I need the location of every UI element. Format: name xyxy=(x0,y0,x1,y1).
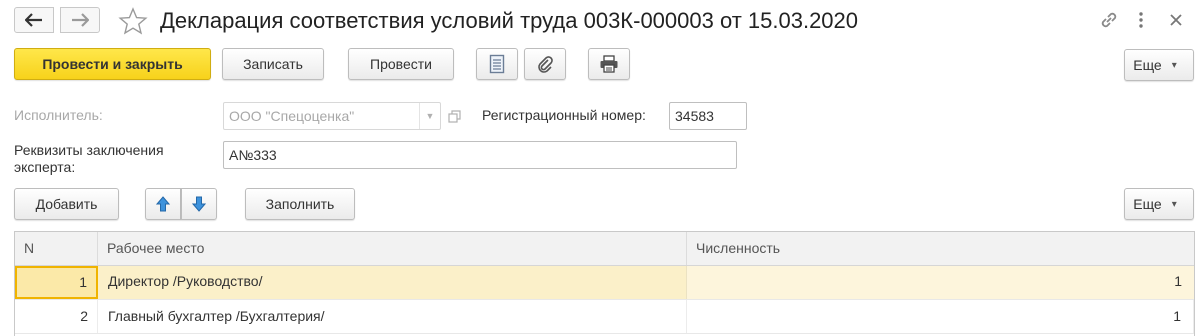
column-header-n[interactable]: N xyxy=(15,232,98,265)
workplace-cell[interactable]: Директор /Руководство/ xyxy=(98,266,687,299)
add-row-button[interactable]: Добавить xyxy=(14,188,119,220)
fill-button[interactable]: Заполнить xyxy=(245,188,355,220)
post-and-close-button[interactable]: Провести и закрыть xyxy=(14,48,211,80)
dropdown-arrow-icon[interactable]: ▼ xyxy=(419,103,440,129)
back-button[interactable] xyxy=(14,7,54,33)
link-icon[interactable] xyxy=(1098,10,1120,30)
table-more-button[interactable]: Еще ▾ xyxy=(1124,188,1194,220)
save-button[interactable]: Записать xyxy=(222,48,324,80)
print-button[interactable] xyxy=(588,48,630,80)
post-button[interactable]: Провести xyxy=(348,48,454,80)
window-title: Декларация соответствия условий труда 00… xyxy=(160,8,859,33)
vertical-dots-icon[interactable] xyxy=(1136,10,1146,30)
toolbar-more-label: Еще xyxy=(1133,57,1162,73)
workplace-cell[interactable]: Главный бухгалтер /Бухгалтерия/ xyxy=(98,300,687,333)
open-executor-button[interactable] xyxy=(441,102,467,130)
reg-number-label: Регистрационный номер: xyxy=(482,107,646,123)
close-icon[interactable] xyxy=(1168,12,1184,28)
count-cell[interactable]: 1 xyxy=(687,266,1194,299)
column-header-workplace[interactable]: Рабочее место xyxy=(98,232,687,265)
move-down-button[interactable] xyxy=(181,188,217,220)
table-header: N Рабочее место Численность xyxy=(15,232,1194,266)
expert-label-line1: Реквизиты заключения xyxy=(14,142,164,158)
document-list-button[interactable] xyxy=(476,48,518,80)
forward-button[interactable] xyxy=(60,7,100,33)
arrow-up-icon xyxy=(156,196,170,212)
arrow-right-icon xyxy=(72,13,89,27)
expert-field[interactable]: А№333 xyxy=(223,141,737,169)
table-more-label: Еще xyxy=(1133,196,1162,212)
row-number-cell[interactable]: 2 xyxy=(15,300,98,333)
column-header-count[interactable]: Численность xyxy=(687,232,1194,265)
executor-field[interactable]: ООО "Спецоценка" ▼ xyxy=(223,102,441,130)
executor-value: ООО "Спецоценка" xyxy=(229,108,355,124)
count-cell[interactable]: 1 xyxy=(687,300,1194,333)
expert-label-line2: эксперта: xyxy=(14,159,76,175)
table-row[interactable]: 2 Главный бухгалтер /Бухгалтерия/ 1 xyxy=(15,300,1194,334)
printer-icon xyxy=(600,55,618,73)
row-number-cell[interactable]: 1 xyxy=(15,266,98,299)
reg-number-field[interactable]: 34583 xyxy=(669,102,747,130)
attachment-button[interactable] xyxy=(524,48,566,80)
arrow-down-icon xyxy=(192,196,206,212)
caret-down-icon: ▾ xyxy=(1171,59,1177,71)
move-up-button[interactable] xyxy=(145,188,181,220)
star-icon[interactable] xyxy=(118,7,148,35)
workplaces-table[interactable]: N Рабочее место Численность 1 Директор /… xyxy=(14,231,1195,336)
toolbar-more-button[interactable]: Еще ▾ xyxy=(1124,49,1194,81)
table-row[interactable]: 1 Директор /Руководство/ 1 xyxy=(15,266,1194,300)
paperclip-icon xyxy=(538,56,553,73)
arrow-left-icon xyxy=(25,13,42,27)
executor-label: Исполнитель: xyxy=(14,107,103,123)
caret-down-icon: ▾ xyxy=(1171,198,1177,210)
document-list-icon xyxy=(489,54,505,74)
open-window-icon xyxy=(447,109,461,123)
